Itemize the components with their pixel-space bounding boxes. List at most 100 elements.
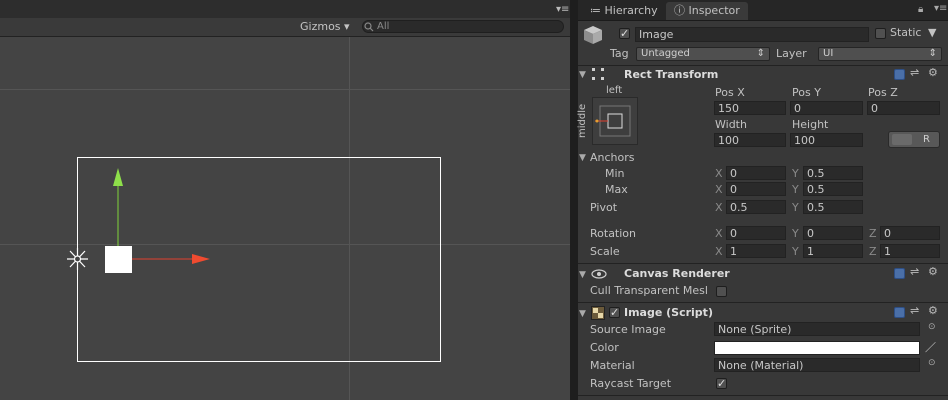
eye-icon	[591, 269, 607, 279]
scale-label: Scale	[590, 245, 620, 258]
source-image-label: Source Image	[590, 323, 666, 336]
search-icon	[364, 22, 374, 32]
divider	[578, 302, 948, 303]
layer-label: Layer	[776, 47, 807, 60]
color-field[interactable]	[714, 341, 920, 355]
rot-x-axis-label: X	[715, 227, 723, 240]
updown-icon: ⇕	[928, 48, 937, 59]
gear-icon[interactable]: ⚙	[928, 66, 938, 79]
pivot-x-field[interactable]: 0.5	[726, 200, 786, 214]
panel-splitter[interactable]	[570, 0, 578, 400]
raycast-target-label: Raycast Target	[590, 377, 672, 390]
pos-x-field[interactable]: 150	[714, 101, 786, 115]
eyedropper-icon[interactable]: ／	[925, 339, 936, 355]
object-picker-icon[interactable]: ⊙	[928, 358, 936, 368]
rot-z-axis-label: Z	[869, 227, 877, 240]
tag-dropdown[interactable]: Untagged ⇕	[636, 47, 770, 61]
updown-icon: ⇕	[756, 48, 765, 59]
object-picker-icon[interactable]: ⊙	[928, 322, 936, 332]
foldout-arrow-icon[interactable]: ▼	[579, 70, 586, 80]
lock-icon[interactable]: 🔒︎	[918, 4, 923, 15]
pos-x-label: Pos X	[715, 86, 745, 99]
image-script-title: Image (Script)	[624, 306, 713, 319]
blueprint-mode-button[interactable]	[892, 134, 912, 145]
help-icon[interactable]	[894, 69, 905, 80]
help-icon[interactable]	[894, 307, 905, 318]
tab-inspector[interactable]: ⓘ Inspector	[666, 2, 748, 20]
rect-transform-icon	[592, 68, 604, 80]
object-name-field[interactable]: Image	[635, 27, 869, 42]
image-foldout-icon[interactable]: ▼	[579, 309, 586, 319]
gameobject-cube-icon	[584, 26, 602, 44]
scale-z-axis-label: Z	[869, 245, 877, 258]
scene-tabstrip	[0, 0, 570, 18]
static-checkbox[interactable]	[875, 28, 886, 39]
tab-inspector-label: Inspector	[688, 4, 740, 17]
rotation-x-field[interactable]: 0	[726, 226, 786, 240]
pos-z-label: Pos Z	[868, 86, 898, 99]
rotation-z-field[interactable]: 0	[880, 226, 940, 240]
material-field[interactable]: None (Material)	[714, 358, 920, 372]
check-icon: ✓	[717, 377, 727, 390]
scene-menu-icon[interactable]: ▾≡	[556, 4, 569, 15]
divider	[578, 395, 948, 396]
info-icon: ⓘ	[674, 4, 685, 17]
tab-hierarchy-label: Hierarchy	[604, 4, 658, 17]
preset-icon[interactable]: ⇌	[910, 304, 919, 317]
anchors-foldout-icon[interactable]: ▼	[579, 153, 586, 163]
help-icon[interactable]	[894, 268, 905, 279]
height-label: Height	[792, 118, 829, 131]
raw-edit-button[interactable]: R	[923, 132, 930, 147]
anchor-min-x-field[interactable]: 0	[726, 166, 786, 180]
tag-value: Untagged	[641, 48, 690, 59]
rotation-label: Rotation	[590, 227, 637, 240]
preset-icon[interactable]: ⇌	[910, 66, 919, 79]
scale-z-field[interactable]: 1	[880, 244, 940, 258]
scene-view[interactable]: ▾≡ Gizmos ▾ All	[0, 0, 570, 400]
anchor-max-y-field[interactable]: 0.5	[803, 182, 863, 196]
tab-hierarchy[interactable]: ≔ Hierarchy	[582, 2, 666, 20]
pivot-label: Pivot	[590, 201, 618, 214]
tab-bar: ≔ Hierarchy ⓘ Inspector 🔒︎ ▾≡	[578, 0, 948, 21]
static-dropdown-arrow-icon[interactable]: ▼	[928, 26, 936, 39]
gizmos-label: Gizmos	[300, 20, 341, 33]
source-image-field[interactable]: None (Sprite)	[714, 322, 920, 336]
scale-x-axis-label: X	[715, 245, 723, 258]
width-label: Width	[715, 118, 747, 131]
cull-transparent-checkbox[interactable]	[716, 286, 727, 297]
height-field[interactable]: 100	[790, 133, 863, 147]
anchor-min-label: Min	[605, 167, 625, 180]
preset-icon[interactable]: ⇌	[910, 265, 919, 278]
anchor-min-y-field[interactable]: 0.5	[803, 166, 863, 180]
canvas-renderer-foldout-icon[interactable]: ▼	[579, 270, 586, 280]
anchor-max-x-field[interactable]: 0	[726, 182, 786, 196]
pivot-y-field[interactable]: 0.5	[803, 200, 863, 214]
active-checkbox[interactable]: ✓	[619, 28, 630, 39]
scene-search-input[interactable]: All	[362, 20, 564, 33]
anchors-label: Anchors	[590, 151, 635, 164]
scene-objects	[67, 157, 441, 362]
min-y-axis-label: Y	[792, 167, 799, 180]
move-x-arrow	[192, 254, 210, 264]
gear-icon[interactable]: ⚙	[928, 304, 938, 317]
pivot-x-axis-label: X	[715, 201, 723, 214]
move-y-arrow	[113, 168, 123, 186]
layer-dropdown[interactable]: UI ⇕	[818, 47, 942, 61]
canvas-renderer-title: Canvas Renderer	[624, 267, 730, 280]
list-icon: ≔	[590, 4, 601, 17]
width-field[interactable]: 100	[714, 133, 786, 147]
scale-x-field[interactable]: 1	[726, 244, 786, 258]
rotation-y-field[interactable]: 0	[803, 226, 863, 240]
anchor-presets-button[interactable]	[592, 97, 638, 145]
image-enabled-checkbox[interactable]: ✓	[609, 307, 620, 318]
anchor-max-label: Max	[605, 183, 628, 196]
pivot-anchor-icon	[67, 248, 88, 270]
gizmos-dropdown[interactable]: Gizmos ▾	[300, 20, 350, 33]
pos-y-field[interactable]: 0	[790, 101, 863, 115]
raycast-target-checkbox[interactable]: ✓	[716, 378, 727, 389]
material-label: Material	[590, 359, 635, 372]
panel-menu-icon[interactable]: ▾≡	[934, 3, 947, 14]
pos-z-field[interactable]: 0	[867, 101, 940, 115]
gear-icon[interactable]: ⚙	[928, 265, 938, 278]
scale-y-field[interactable]: 1	[803, 244, 863, 258]
